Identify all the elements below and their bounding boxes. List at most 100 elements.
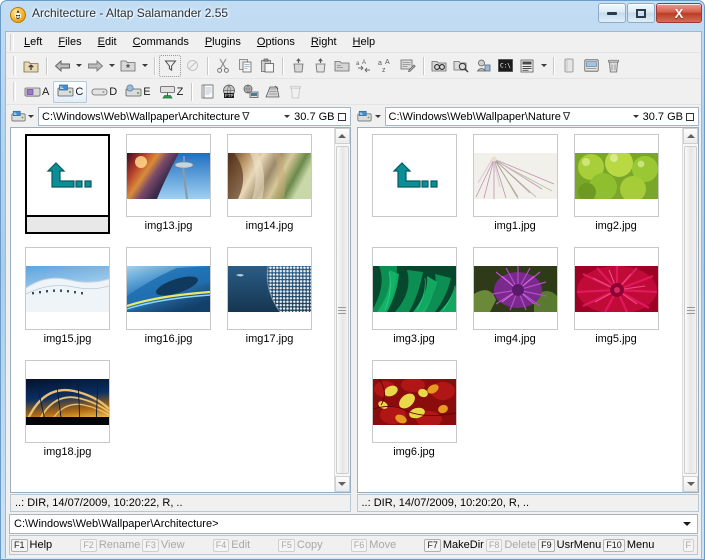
command-history-dropdown-icon[interactable] [683,522,691,526]
list-item[interactable] [17,134,118,241]
close-button[interactable]: X [656,3,702,23]
trash-icon[interactable] [284,81,306,103]
list-item[interactable]: img6.jpg [364,360,465,467]
right-scroll-up-button[interactable] [683,128,698,144]
drive-button-a[interactable]: A [20,81,53,103]
fkey-f8-delete[interactable]: F8 Delete [485,536,537,554]
left-file-area[interactable]: img13.jpg img14.jpg img15.jpg img16.jpg … [10,127,351,493]
command-line[interactable]: C:\Windows\Web\Wallpaper\Architecture> [9,514,698,534]
fkey-f4-edit[interactable]: F4 Edit [212,536,251,554]
filter-icon[interactable] [159,54,181,77]
left-path-input[interactable]: C:\Windows\Web\Wallpaper\Architecture ∇ … [38,107,351,126]
parent-folder-icon[interactable] [20,55,42,77]
right-path-input[interactable]: C:\Windows\Web\Wallpaper\Nature ∇ 30.7 G… [384,107,699,126]
list-item-label: img2.jpg [595,220,637,232]
hot-paths-dropdown-icon[interactable] [139,55,150,77]
right-filter-icon[interactable]: ∇ [563,110,570,123]
change-case-icon[interactable]: a A z [375,55,397,77]
menu-item-left[interactable]: Left [16,34,50,50]
drive-button-d[interactable]: D [87,81,121,103]
right-drive-dropdown-icon[interactable] [373,108,383,126]
right-file-area[interactable]: img1.jpg img2.jpg img3.jpg img4.jpg img5… [356,127,699,493]
view-mode-dropdown-icon[interactable] [538,55,549,77]
right-scroll-track[interactable] [683,144,698,476]
another-panel-icon[interactable] [262,81,284,103]
back-icon[interactable] [51,55,73,77]
fkey-f10-menu[interactable]: F10 Menu [602,536,655,554]
cut-icon[interactable] [212,55,234,77]
list-item[interactable]: img14.jpg [219,134,320,241]
delete-icon[interactable] [602,55,624,77]
drive-toolbar-grip[interactable] [13,82,16,101]
list-item[interactable]: img17.jpg [219,247,320,354]
fkey-f3-view[interactable]: F3 View [141,536,185,554]
fkey-f6-move[interactable]: F6 Move [350,536,397,554]
list-item[interactable]: img18.jpg [17,360,118,467]
copy-files-icon[interactable] [287,55,309,77]
right-scroll-down-button[interactable] [683,476,698,492]
left-filter-icon[interactable]: ∇ [242,110,249,123]
documents-icon[interactable] [196,81,218,103]
forward-icon[interactable] [84,55,106,77]
new-folder-icon[interactable] [331,55,353,77]
fkey-f11-clipped[interactable]: F [682,536,697,554]
minimize-button[interactable] [598,3,626,23]
ftp-icon[interactable]: FTP [218,81,240,103]
list-item[interactable]: img1.jpg [465,134,566,241]
list-item[interactable]: img5.jpg [566,247,667,354]
change-attributes-icon[interactable]: a A [353,55,375,77]
fkey-f7-makedir[interactable]: F7 MakeDir [423,536,484,554]
move-files-icon[interactable] [309,55,331,77]
drive-button-z[interactable]: Z [155,81,188,103]
left-vertical-scrollbar[interactable] [333,128,350,492]
menu-item-edit[interactable]: Edit [90,34,125,50]
fkey-f9-usrmenu[interactable]: F9 UsrMenu [537,536,602,554]
right-vertical-scrollbar[interactable] [682,128,698,492]
right-path-dropdown-icon[interactable] [632,115,639,118]
left-scroll-track[interactable] [334,144,350,476]
network-icon[interactable] [240,81,262,103]
fkey-f2-rename[interactable]: F2 Rename [79,536,141,554]
left-scroll-up-button[interactable] [334,128,350,144]
left-path-dropdown-icon[interactable] [284,115,291,118]
hot-paths-icon[interactable] [117,55,139,77]
list-item[interactable] [364,134,465,241]
back-dropdown-icon[interactable] [73,55,84,77]
maximize-button[interactable] [627,3,655,23]
list-item[interactable]: img4.jpg [465,247,566,354]
no-filter-icon[interactable] [181,55,203,77]
menu-item-files[interactable]: Files [50,34,89,50]
view-mode-icon[interactable] [516,55,538,77]
pack-icon[interactable] [558,55,580,77]
drive-button-c[interactable]: C [53,80,88,103]
properties-icon[interactable] [580,55,602,77]
menu-item-plugins[interactable]: Plugins [197,34,249,50]
connect-ftp-icon[interactable] [472,55,494,77]
left-scroll-down-button[interactable] [334,476,350,492]
list-item[interactable]: img13.jpg [118,134,219,241]
paste-icon[interactable] [256,55,278,77]
left-scroll-thumb[interactable] [335,146,349,474]
list-item[interactable]: img2.jpg [566,134,667,241]
menu-item-right[interactable]: Right [303,34,345,50]
compare-directories-icon[interactable] [450,55,472,77]
batch-rename-icon[interactable] [397,55,419,77]
forward-dropdown-icon[interactable] [106,55,117,77]
find-files-icon[interactable] [428,55,450,77]
menu-item-help[interactable]: Help [345,34,384,50]
left-drive-icon[interactable] [10,108,26,126]
right-drive-icon[interactable] [357,108,373,126]
left-drive-dropdown-icon[interactable] [26,108,36,126]
toolbar-grip[interactable] [13,56,16,75]
right-scroll-thumb[interactable] [684,146,697,474]
menu-item-commands[interactable]: Commands [125,34,197,50]
open-console-icon[interactable]: C:\ [494,55,516,77]
list-item[interactable]: img15.jpg [17,247,118,354]
list-item[interactable]: img16.jpg [118,247,219,354]
drive-button-e[interactable]: E [121,81,154,103]
copy-icon[interactable] [234,55,256,77]
fkey-f5-copy[interactable]: F5 Copy [277,536,323,554]
fkey-f1-help[interactable]: F1 Help [10,536,53,554]
list-item[interactable]: img3.jpg [364,247,465,354]
menu-item-options[interactable]: Options [249,34,303,50]
